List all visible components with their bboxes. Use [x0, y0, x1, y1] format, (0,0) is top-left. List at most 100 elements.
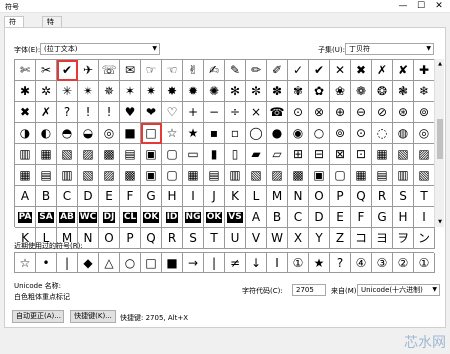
symbol-cell[interactable]: ♥ — [120, 102, 141, 123]
symbol-cell[interactable]: ◎ — [414, 123, 435, 144]
symbol-cell[interactable]: ▢ — [330, 165, 351, 186]
symbol-cell[interactable]: ▤ — [36, 165, 57, 186]
symbol-cell[interactable]: ✷ — [141, 81, 162, 102]
symbol-cell[interactable]: ✔ — [309, 60, 330, 81]
symbol-cell[interactable]: T — [414, 186, 435, 207]
symbol-cell[interactable]: ✸ — [162, 81, 183, 102]
symbol-cell[interactable]: ✓ — [288, 60, 309, 81]
symbol-cell[interactable]: Q — [351, 186, 372, 207]
symbol-cell[interactable]: ✉ — [120, 60, 141, 81]
recent-symbol-cell[interactable]: △ — [99, 253, 120, 273]
symbol-cell[interactable]: ▧ — [57, 144, 78, 165]
recent-symbol-cell[interactable]: → — [183, 253, 204, 273]
autocorrect-button[interactable]: 自动更正(A)... — [12, 310, 64, 323]
symbol-cell[interactable]: ☞ — [141, 60, 162, 81]
symbol-cell[interactable]: ★ — [183, 123, 204, 144]
symbol-cell[interactable]: ✌ — [183, 60, 204, 81]
symbol-cell[interactable]: ▤ — [120, 144, 141, 165]
symbol-cell[interactable]: P — [120, 228, 141, 249]
maximize-button[interactable]: ☐ — [413, 0, 429, 13]
symbol-cell[interactable]: I — [183, 186, 204, 207]
symbol-cell[interactable]: WC — [78, 207, 99, 228]
symbol-cell[interactable]: ▧ — [393, 144, 414, 165]
symbol-cell[interactable]: C — [288, 207, 309, 228]
symbol-cell[interactable]: ヨ — [372, 228, 393, 249]
symbol-cell[interactable]: Q — [141, 228, 162, 249]
symbol-cell[interactable]: B — [36, 186, 57, 207]
symbol-cell[interactable]: NG — [183, 207, 204, 228]
symbol-cell[interactable]: O — [99, 228, 120, 249]
symbol-cell[interactable]: ✂ — [36, 60, 57, 81]
symbol-cell[interactable]: ▰ — [246, 144, 267, 165]
symbol-cell[interactable]: OK — [204, 207, 225, 228]
symbol-cell[interactable]: ▧ — [78, 165, 99, 186]
symbol-cell[interactable]: ▥ — [225, 165, 246, 186]
symbol-cell[interactable]: ☏ — [99, 60, 120, 81]
symbol-cell[interactable]: ▨ — [99, 165, 120, 186]
symbol-cell[interactable]: ▫ — [225, 123, 246, 144]
symbol-cell[interactable]: ▨ — [78, 144, 99, 165]
symbol-cell[interactable]: ⊛ — [393, 102, 414, 123]
symbol-cell[interactable]: ◐ — [36, 123, 57, 144]
symbol-cell[interactable]: O — [309, 186, 330, 207]
symbol-cell[interactable]: ◍ — [393, 123, 414, 144]
recent-symbol-cell[interactable]: ☆ — [15, 253, 36, 273]
char-code-input[interactable]: 2705 — [292, 284, 326, 296]
symbol-cell[interactable]: ♡ — [162, 102, 183, 123]
symbol-cell[interactable]: ⊞ — [288, 144, 309, 165]
symbol-cell[interactable]: ▩ — [288, 165, 309, 186]
symbol-cell[interactable]: ✍ — [204, 60, 225, 81]
symbol-cell[interactable]: ✖ — [351, 60, 372, 81]
symbol-cell[interactable]: ▨ — [414, 144, 435, 165]
symbol-cell[interactable]: H — [393, 207, 414, 228]
symbol-cell[interactable]: F — [120, 186, 141, 207]
symbol-cell[interactable]: G — [372, 207, 393, 228]
symbol-cell[interactable]: E — [99, 186, 120, 207]
recent-symbol-cell[interactable]: ① — [288, 253, 309, 273]
symbol-cell[interactable]: ✼ — [246, 81, 267, 102]
symbol-cell[interactable]: ◎ — [99, 123, 120, 144]
subset-select[interactable]: 丁贝符 ▼ — [345, 43, 434, 55]
symbol-cell[interactable]: ✿ — [309, 81, 330, 102]
symbol-cell[interactable]: ン — [414, 228, 435, 249]
symbol-cell[interactable]: ⊙ — [351, 123, 372, 144]
symbol-cell[interactable]: ▦ — [351, 165, 372, 186]
symbol-cell[interactable]: R — [372, 186, 393, 207]
symbol-cell[interactable]: ▯ — [225, 144, 246, 165]
symbol-cell[interactable]: ◒ — [78, 123, 99, 144]
scroll-up-icon[interactable]: ▲ — [435, 59, 445, 69]
recent-symbol-cell[interactable]: ★ — [309, 253, 330, 273]
symbol-cell[interactable]: R — [162, 228, 183, 249]
symbol-cell[interactable]: V — [246, 228, 267, 249]
symbol-cell[interactable]: ▣ — [141, 144, 162, 165]
recent-symbol-cell[interactable]: ◆ — [78, 253, 99, 273]
symbol-cell[interactable]: ÷ — [225, 102, 246, 123]
symbol-cell[interactable]: ▦ — [372, 144, 393, 165]
symbol-cell[interactable]: ▩ — [99, 144, 120, 165]
symbol-cell[interactable]: ○ — [309, 123, 330, 144]
symbol-cell[interactable]: ▧ — [414, 165, 435, 186]
symbol-cell[interactable]: W — [267, 228, 288, 249]
symbol-cell[interactable]: F — [351, 207, 372, 228]
symbol-cell[interactable]: ▮ — [204, 144, 225, 165]
symbol-cell[interactable]: ? — [57, 102, 78, 123]
symbol-cell[interactable]: CL — [120, 207, 141, 228]
symbol-cell[interactable]: − — [204, 102, 225, 123]
grid-scrollbar[interactable]: ▲ ▼ — [434, 59, 444, 227]
symbol-cell[interactable]: ✏ — [246, 60, 267, 81]
symbol-cell[interactable]: ▩ — [120, 165, 141, 186]
symbol-cell[interactable]: ⊖ — [351, 102, 372, 123]
symbol-cell[interactable]: ✻ — [225, 81, 246, 102]
symbol-cell[interactable]: ❤ — [141, 102, 162, 123]
symbol-cell[interactable]: Z — [330, 228, 351, 249]
symbol-cell[interactable]: ❀ — [330, 81, 351, 102]
close-button[interactable]: ✕ — [431, 0, 447, 13]
recent-symbol-cell[interactable]: □ — [141, 253, 162, 273]
symbol-cell[interactable]: U — [225, 228, 246, 249]
symbol-cell[interactable]: H — [162, 186, 183, 207]
symbol-cell[interactable]: ❂ — [372, 81, 393, 102]
symbol-cell[interactable]: VS — [225, 207, 246, 228]
symbol-cell[interactable]: ☜ — [162, 60, 183, 81]
symbol-cell[interactable]: ▦ — [15, 165, 36, 186]
scroll-down-icon[interactable]: ▼ — [435, 217, 445, 227]
